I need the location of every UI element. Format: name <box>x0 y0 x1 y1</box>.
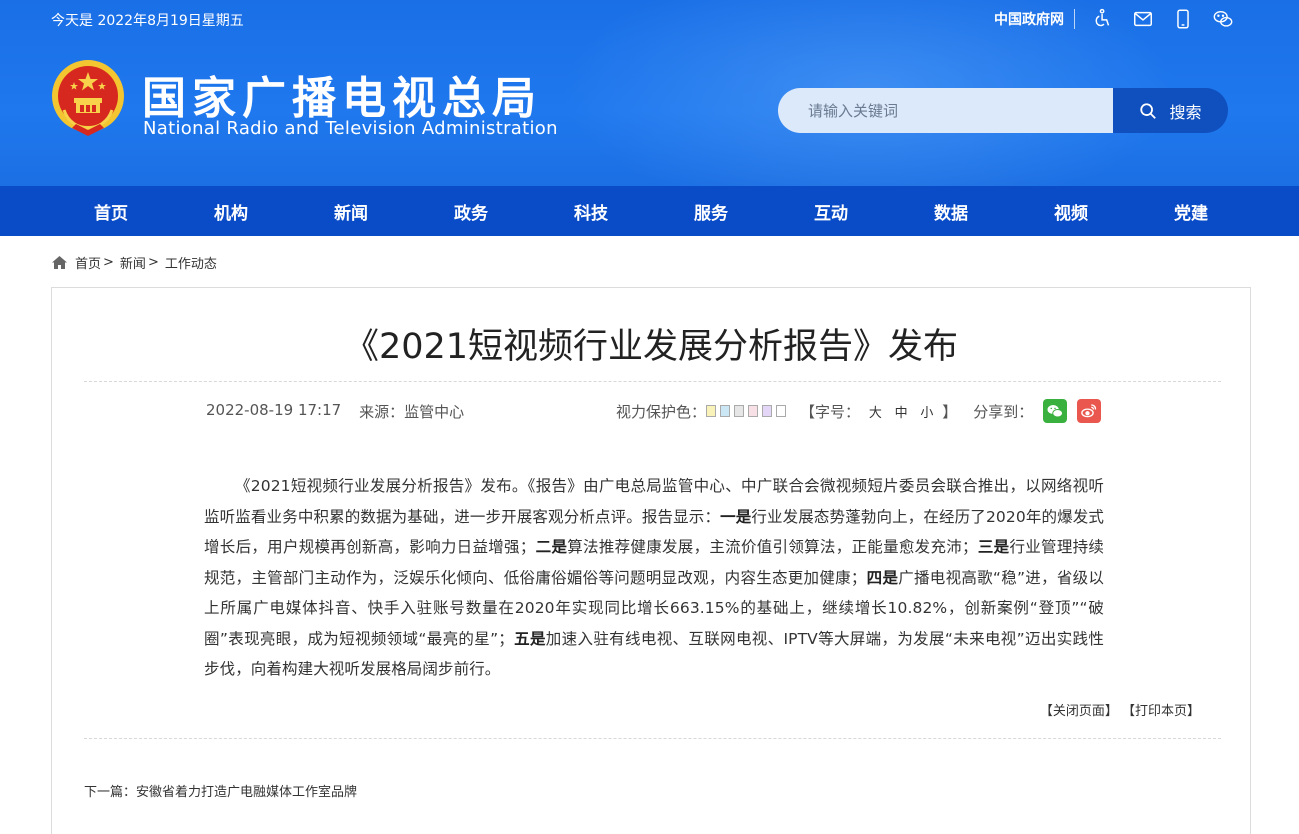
top-links: 中国政府网 <box>994 6 1243 32</box>
breadcrumb-work-updates[interactable]: 工作动态 <box>165 253 217 272</box>
article-meta: 2022-08-19 17:17 来源：监管中心 <box>206 401 464 422</box>
breadcrumb-home[interactable]: 首页 <box>75 253 101 272</box>
accessibility-icon[interactable] <box>1091 7 1115 31</box>
eye-color-swatch-pink[interactable] <box>748 405 759 417</box>
font-size-label: 【字号： <box>800 402 861 421</box>
font-size-large[interactable]: 大 <box>869 406 882 421</box>
share-wechat-button[interactable] <box>1043 399 1068 423</box>
nav-item-news[interactable]: 新闻 <box>291 186 411 236</box>
search-box: 搜索 <box>778 88 1228 133</box>
nav-item-organization[interactable]: 机构 <box>171 186 291 236</box>
article-source: 来源：监管中心 <box>359 403 465 421</box>
print-page-link[interactable]: 【打印本页】 <box>1122 704 1200 719</box>
nav-item-interaction[interactable]: 互动 <box>771 186 891 236</box>
site-header: 今天是 2022年8月19日星期五 中国政府网 国家广播电视总局 Nationa… <box>0 0 1299 186</box>
nav-item-party[interactable]: 党建 <box>1131 186 1251 236</box>
font-size-control: 【字号： 大 中 小 】 <box>800 401 957 422</box>
wechat-icon[interactable] <box>1211 7 1235 31</box>
breadcrumb: 首页 > 新闻 > 工作动态 <box>51 253 217 272</box>
mail-icon[interactable] <box>1131 7 1155 31</box>
main-nav: 首页 机构 新闻 政务 科技 服务 互动 数据 视频 党建 <box>0 186 1299 236</box>
font-size-close-bracket: 】 <box>942 402 958 421</box>
gov-portal-link[interactable]: 中国政府网 <box>994 9 1075 29</box>
search-input[interactable] <box>778 88 1113 133</box>
breadcrumb-separator: > <box>103 254 114 270</box>
font-size-small[interactable]: 小 <box>920 406 933 421</box>
eye-color-swatch-white[interactable] <box>776 405 787 417</box>
article-key-point-1: 一是 <box>720 507 752 526</box>
eye-color-swatch-blue[interactable] <box>720 405 731 417</box>
eye-color-swatch-yellow[interactable] <box>706 405 717 417</box>
breadcrumb-news[interactable]: 新闻 <box>120 253 146 272</box>
share-weibo-button[interactable] <box>1077 399 1102 423</box>
article-key-point-2: 二是 <box>535 538 568 556</box>
next-article-link[interactable]: 下一篇：安徽省着力打造广电融媒体工作室品牌 <box>84 781 357 800</box>
eye-color-swatch-purple[interactable] <box>762 405 773 417</box>
article-tools: 视力保护色： 【字号： 大 中 小 】 分享到： <box>616 399 1102 423</box>
article-key-point-4: 四是 <box>866 568 899 587</box>
article-key-point-5: 五是 <box>513 629 546 648</box>
home-icon <box>52 255 67 269</box>
close-page-link[interactable]: 【关闭页面】 <box>1040 704 1118 719</box>
wechat-icon <box>1047 405 1064 418</box>
nav-item-government-affairs[interactable]: 政务 <box>411 186 531 236</box>
footer-divider <box>84 738 1221 739</box>
national-emblem-icon <box>52 60 124 136</box>
eye-protection-label: 视力保护色： <box>616 402 707 421</box>
site-title: 国家广播电视总局 <box>142 73 542 124</box>
article-title: 《2021短视频行业发展分析报告》发布 <box>343 327 959 367</box>
font-size-medium[interactable]: 中 <box>895 406 908 421</box>
nav-item-home[interactable]: 首页 <box>51 186 171 236</box>
article-text-segment: 算法推荐健康发展，主流价值引领算法，正能量愈发充沛； <box>567 538 978 556</box>
current-date: 今天是 2022年8月19日星期五 <box>51 13 244 29</box>
eye-color-swatch-gray[interactable] <box>734 405 745 417</box>
title-divider <box>84 381 1221 382</box>
breadcrumb-separator: > <box>147 254 159 270</box>
page-actions: 【关闭页面】 【打印本页】 <box>1040 700 1200 719</box>
share-label: 分享到： <box>973 402 1034 421</box>
article-key-point-3: 三是 <box>977 538 1010 556</box>
article-datetime: 2022-08-19 17:17 <box>206 401 342 419</box>
search-icon <box>1140 102 1157 119</box>
nav-item-technology[interactable]: 科技 <box>531 186 651 236</box>
nav-item-video[interactable]: 视频 <box>1011 186 1131 236</box>
search-button-label: 搜索 <box>1169 102 1202 122</box>
article-body: 《2021短视频行业发展分析报告》发布。《报告》由广电总局监管中心、中广联合会微… <box>204 471 1104 685</box>
article-panel: 《2021短视频行业发展分析报告》发布 2022-08-19 17:17 来源：… <box>51 287 1251 834</box>
search-button[interactable]: 搜索 <box>1113 88 1228 133</box>
mobile-icon[interactable] <box>1171 7 1195 31</box>
nav-item-services[interactable]: 服务 <box>651 186 771 236</box>
weibo-icon <box>1081 404 1097 418</box>
nav-item-data[interactable]: 数据 <box>891 186 1011 236</box>
site-title-english: National Radio and Television Administra… <box>143 118 558 139</box>
